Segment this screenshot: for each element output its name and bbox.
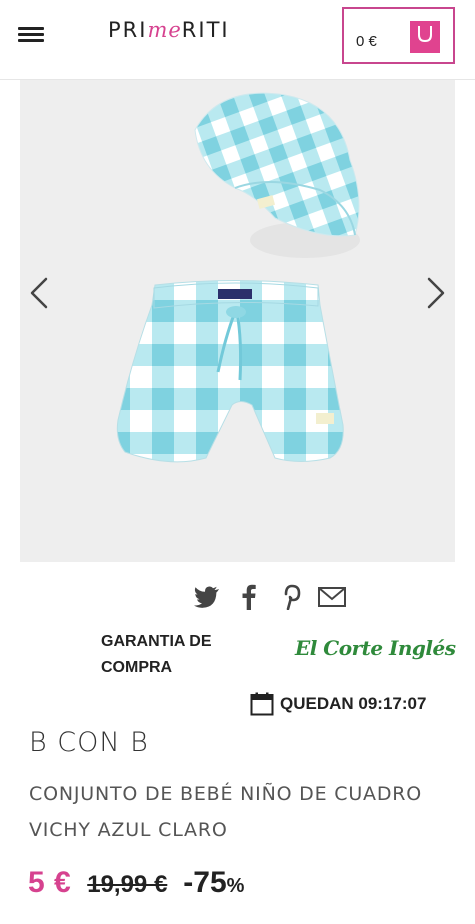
el-corte-ingles-logo: El Corte Inglés xyxy=(295,636,456,660)
product-description: CONJUNTO DE BEBÉ NIÑO DE CUADRO VICHY AZ… xyxy=(29,783,423,841)
logo-part: RITI xyxy=(181,18,230,42)
logo-part: me xyxy=(147,18,182,42)
previous-image-button[interactable] xyxy=(24,273,54,313)
top-header: PRImeRITI 0 € xyxy=(0,0,475,80)
product-brand: B CON B xyxy=(29,727,149,758)
shopping-bag-icon xyxy=(410,21,440,53)
product-image-carousel[interactable] xyxy=(20,80,455,562)
share-bar xyxy=(193,583,353,613)
email-icon[interactable] xyxy=(318,583,346,611)
facebook-icon[interactable] xyxy=(235,583,263,611)
twitter-icon[interactable] xyxy=(193,583,221,611)
pinterest-icon[interactable] xyxy=(277,583,305,611)
chevron-right-icon xyxy=(427,277,445,309)
brand-logo[interactable]: PRImeRITI xyxy=(108,18,230,42)
countdown-text: QUEDAN 09:17:07 xyxy=(280,694,427,713)
price-row: 5 € 19,99 € -75% xyxy=(28,866,244,910)
product-image xyxy=(116,92,360,463)
guarantee-line: COMPRA xyxy=(101,659,173,676)
logo-part: PRI xyxy=(108,18,148,42)
cart-total: 0 € xyxy=(356,33,377,50)
calendar-icon xyxy=(250,692,274,716)
discount-badge: -75% xyxy=(183,866,244,900)
original-price: 19,99 € xyxy=(87,871,168,898)
next-image-button[interactable] xyxy=(421,273,451,313)
chevron-left-icon xyxy=(30,277,48,309)
sale-countdown: QUEDAN 09:17:07 xyxy=(250,690,426,718)
discount-symbol: % xyxy=(226,875,245,897)
guarantee-line: GARANTIA DE xyxy=(101,633,212,650)
discount-value: -75 xyxy=(183,866,227,899)
cart-button[interactable]: 0 € xyxy=(342,7,455,64)
hamburger-menu-icon[interactable] xyxy=(18,24,44,42)
purchase-guarantee: GARANTIA DE COMPRA xyxy=(101,629,241,681)
current-price: 5 € xyxy=(28,866,72,899)
